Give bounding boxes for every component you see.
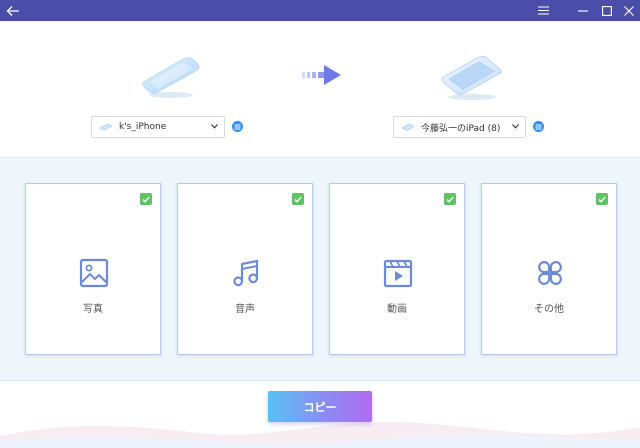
close-icon[interactable] [618, 0, 640, 21]
target-device-select[interactable]: 今藤弘一のiPad (8) [393, 116, 526, 138]
category-label: その他 [534, 304, 564, 315]
category-card-audio[interactable]: 音声 [177, 183, 313, 355]
category-label: 動画 [387, 304, 407, 315]
phone-icon [99, 123, 113, 131]
footer: コピー [0, 381, 640, 448]
video-clapper-icon [383, 259, 413, 288]
chevron-down-icon [211, 124, 218, 129]
ipad-icon [401, 123, 415, 131]
category-card-photos[interactable]: 写真 [25, 183, 161, 355]
chevron-down-icon [512, 124, 519, 129]
checkbox-audio[interactable] [292, 193, 304, 205]
target-device-name: 今藤弘一のiPad (8) [421, 123, 501, 134]
phone-illustration-icon [142, 57, 200, 98]
checkbox-other[interactable] [596, 193, 608, 205]
back-arrow-icon[interactable] [2, 0, 24, 21]
check-icon [598, 195, 606, 203]
source-device-select[interactable]: k's_iPhone [91, 116, 225, 138]
target-device-info-icon[interactable] [533, 121, 544, 132]
category-card-other[interactable]: その他 [481, 183, 617, 355]
category-panel: 写真 音声 動画 その他 [0, 157, 640, 381]
device-selection-area: k's_iPhone 今藤弘一のiPad (8) [0, 21, 640, 157]
category-label: 写真 [83, 304, 103, 315]
music-note-icon [233, 259, 259, 287]
category-card-video[interactable]: 動画 [329, 183, 465, 355]
minimize-icon[interactable] [572, 0, 594, 21]
check-icon [142, 195, 150, 203]
title-bar [0, 0, 640, 21]
checkbox-video[interactable] [444, 193, 456, 205]
source-device-name: k's_iPhone [119, 122, 167, 132]
source-device-info-icon[interactable] [232, 121, 243, 132]
maximize-icon[interactable] [596, 0, 618, 21]
check-icon [294, 195, 302, 203]
checkbox-photos[interactable] [140, 193, 152, 205]
menu-icon[interactable] [532, 0, 554, 21]
copy-button[interactable]: コピー [268, 391, 372, 422]
other-grid-icon [538, 261, 562, 285]
photo-icon [79, 258, 109, 288]
check-icon [446, 195, 454, 203]
category-label: 音声 [235, 304, 255, 315]
transfer-arrow-icon [302, 65, 341, 85]
ipad-illustration-icon [441, 55, 502, 100]
